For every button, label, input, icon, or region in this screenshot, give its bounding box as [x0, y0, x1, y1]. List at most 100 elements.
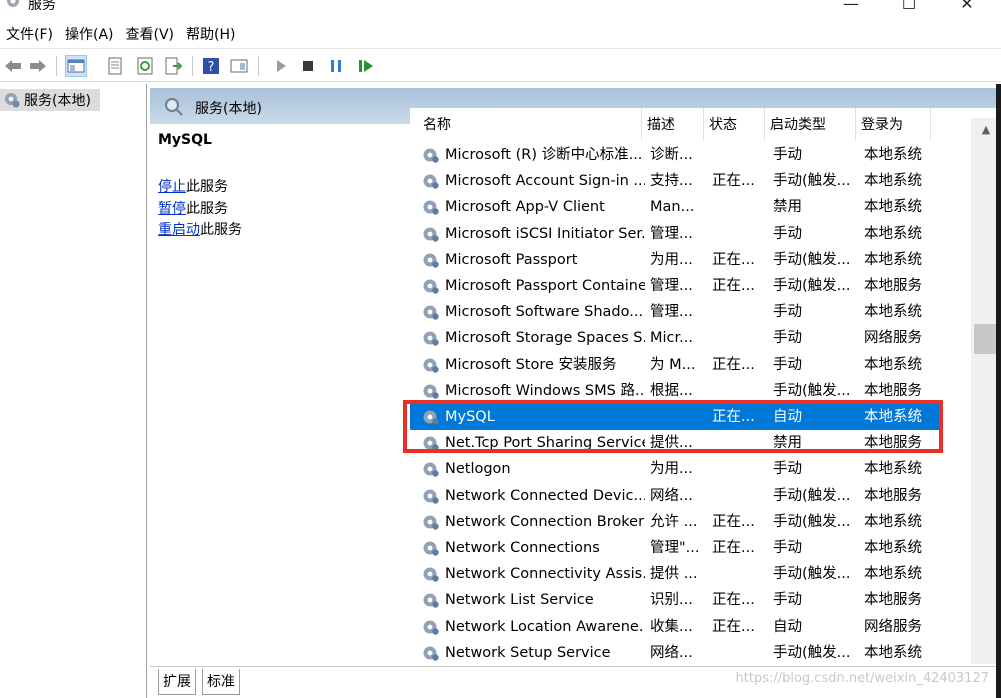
service-gear-icon: [422, 618, 440, 636]
column-header-startup-type[interactable]: 启动类型: [765, 108, 856, 140]
back-arrow-icon[interactable]: [2, 55, 24, 77]
cell-logon-as: 本地系统: [864, 409, 922, 425]
table-row[interactable]: Net.Tcp Port Sharing Service 提供... 禁用 本地服务: [410, 430, 942, 456]
cell-logon-as: 本地服务: [864, 382, 922, 399]
service-gear-icon: [422, 460, 440, 478]
start-service-icon[interactable]: [270, 55, 292, 77]
tree-item-services-local[interactable]: 服务(本地): [0, 89, 100, 111]
table-row[interactable]: Netlogon 为用... 手动 本地系统: [410, 456, 942, 482]
cell-logon-as: 本地系统: [864, 251, 922, 268]
cell-logon-as: 本地系统: [864, 356, 922, 373]
cell-name: Network Location Awarene...: [445, 618, 645, 635]
table-row[interactable]: Microsoft Passport Container 管理... 正在... 手动…: [410, 273, 942, 299]
table-row[interactable]: Microsoft iSCSI Initiator Ser... 管理... 手动 本…: [410, 221, 942, 247]
menu-bar: 文件(F) 操作(A) 查看(V) 帮助(H): [0, 22, 1001, 48]
table-row[interactable]: Microsoft Storage Spaces S... Micr... 手动 网络…: [410, 325, 942, 351]
service-gear-icon: [422, 513, 440, 531]
maximize-button[interactable]: ☐: [894, 0, 924, 14]
tab-extended[interactable]: 扩展: [158, 669, 196, 695]
title-bar: 服务 — ☐ ✕: [0, 0, 1001, 20]
cell-startup-type: 手动: [773, 147, 802, 163]
properties-icon[interactable]: [104, 55, 126, 77]
column-header-description[interactable]: 描述: [642, 108, 704, 140]
cell-logon-as: 本地系统: [864, 173, 922, 190]
cell-description: 提供...: [650, 435, 693, 452]
table-row[interactable]: Network Setup Service 网络... 手动(触发... 本地系统: [410, 640, 942, 664]
restart-service-link[interactable]: 重启动: [158, 222, 200, 238]
cell-startup-type: 手动(触发...: [773, 382, 851, 399]
svg-text:?: ?: [208, 60, 215, 75]
close-button[interactable]: ✕: [952, 0, 982, 14]
cell-description: 管理...: [650, 278, 693, 294]
table-row[interactable]: Microsoft Store 安装服务 为 M... 正在... 手动 本地系统: [410, 352, 942, 378]
export-list-icon[interactable]: [162, 55, 184, 77]
pause-service-icon[interactable]: [325, 55, 347, 77]
cell-name: Network List Service: [445, 592, 594, 609]
cell-description: 为 M...: [650, 356, 696, 373]
cell-logon-as: 本地系统: [864, 225, 922, 242]
cell-startup-type: 手动: [773, 592, 802, 609]
cell-status: 正在...: [712, 356, 755, 373]
scrollbar-thumb[interactable]: [974, 324, 998, 354]
menu-action[interactable]: 操作(A): [59, 22, 120, 48]
cell-description: 诊断...: [650, 147, 693, 163]
table-row[interactable]: Network Connection Broker 允许 ... 正在... 手动(触…: [410, 509, 942, 535]
menu-file[interactable]: 文件(F): [0, 22, 59, 48]
cell-logon-as: 本地系统: [864, 199, 922, 216]
show-hide-console-tree-icon[interactable]: [65, 55, 87, 77]
restart-service-icon[interactable]: [355, 55, 377, 77]
table-row[interactable]: Network List Service 识别... 正在... 手动 本地服务: [410, 587, 942, 613]
show-action-pane-icon[interactable]: [228, 55, 250, 77]
cell-name: Network Connected Devic...: [445, 487, 645, 504]
cell-startup-type: 手动: [773, 356, 802, 373]
tab-standard[interactable]: 标准: [202, 669, 240, 695]
toolbar: ?: [0, 48, 1001, 82]
table-row[interactable]: Microsoft App-V Client Man... 禁用 本地系统: [410, 194, 942, 220]
minimize-button[interactable]: —: [836, 0, 866, 14]
table-row[interactable]: Microsoft Account Sign-in ... 支持... 正在... 手…: [410, 168, 942, 194]
table-row[interactable]: Network Connections 管理"... 正在... 手动 本地系统: [410, 535, 942, 561]
cell-description: 根据...: [650, 382, 693, 399]
service-gear-icon: [422, 382, 440, 400]
cell-status: 正在...: [712, 540, 755, 556]
stop-service-link[interactable]: 停止: [158, 179, 186, 195]
help-icon[interactable]: ?: [200, 55, 222, 77]
cell-startup-type: 禁用: [773, 199, 802, 216]
table-row[interactable]: Network Connected Devic... 网络... 手动(触发... 本…: [410, 483, 942, 509]
pause-service-link[interactable]: 暂停: [158, 201, 186, 217]
cell-name: Microsoft Passport: [445, 251, 578, 268]
cell-logon-as: 本地系统: [864, 147, 922, 163]
cell-startup-type: 手动: [773, 225, 802, 242]
menu-help[interactable]: 帮助(H): [180, 22, 241, 48]
table-row[interactable]: MySQL 正在... 自动 本地系统: [410, 404, 942, 430]
cell-name: Microsoft Software Shado...: [445, 304, 644, 321]
forward-arrow-icon[interactable]: [27, 55, 49, 77]
table-row[interactable]: Microsoft Passport 为用... 正在... 手动(触发... 本地系统: [410, 247, 942, 273]
cell-name: Microsoft Storage Spaces S...: [445, 330, 645, 347]
service-gear-icon: [422, 172, 440, 190]
cell-description: 识别...: [650, 592, 693, 609]
menu-view[interactable]: 查看(V): [120, 22, 181, 48]
service-gear-icon: [422, 329, 440, 347]
services-list: ⌃ 名称 描述 状态 启动类型 登录为 Microsoft (R) 诊断中心标准…: [410, 108, 999, 664]
table-row[interactable]: Network Connectivity Assis... 提供 ... 手动(触发…: [410, 561, 942, 587]
cell-description: Man...: [650, 199, 695, 216]
cell-startup-type: 手动(触发...: [773, 487, 851, 504]
column-header-status[interactable]: 状态: [704, 108, 765, 140]
cell-status: 正在...: [712, 618, 755, 635]
cell-name: Microsoft App-V Client: [445, 199, 605, 216]
column-header-name[interactable]: 名称: [418, 108, 642, 140]
service-gear-icon: [422, 251, 440, 269]
stop-service-icon[interactable]: [297, 55, 319, 77]
column-header-logon-as[interactable]: 登录为: [856, 108, 931, 140]
table-row[interactable]: Network Location Awarene... 收集... 正在... 自动 网…: [410, 614, 942, 640]
cell-startup-type: 自动: [773, 618, 802, 635]
table-row[interactable]: Microsoft Windows SMS 路... 根据... 手动(触发... 本…: [410, 378, 942, 404]
refresh-icon[interactable]: [134, 55, 156, 77]
cell-startup-type: 手动: [773, 540, 802, 556]
table-row[interactable]: Microsoft (R) 诊断中心标准... 诊断... 手动 本地系统: [410, 142, 942, 168]
cell-name: Network Connection Broker: [445, 513, 645, 530]
table-row[interactable]: Microsoft Software Shado... 管理... 手动 本地系统: [410, 299, 942, 325]
cell-status: 正在...: [712, 513, 755, 530]
action-stop: 停止此服务: [158, 176, 228, 196]
